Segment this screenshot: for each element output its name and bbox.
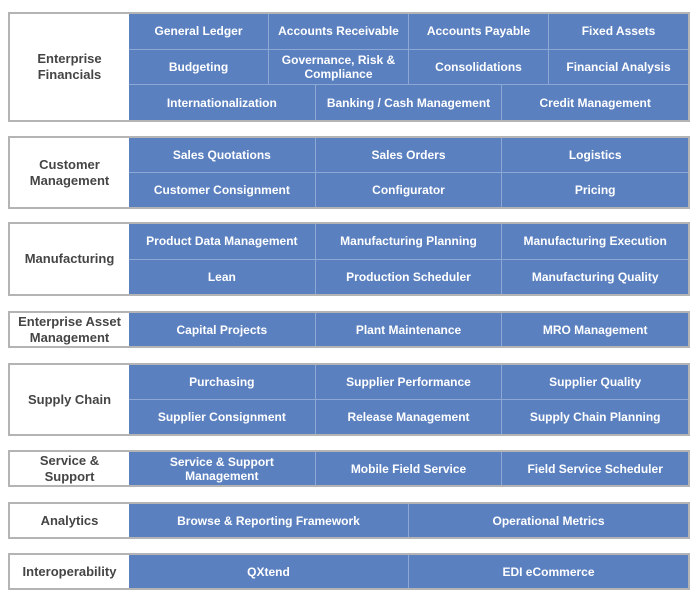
section-enterprise-asset-management: Enterprise Asset Management Capital Proje… (8, 311, 690, 348)
section-manufacturing: Manufacturing Product Data Management Manu… (8, 222, 690, 296)
module-sales-quotations: Sales Quotations (172, 148, 271, 162)
module-row: General Ledger Accounts Receivable Account… (129, 14, 688, 49)
module-manufacturing-quality: Manufacturing Quality (501, 259, 688, 294)
module-grid: Sales Quotations Sales Orders Logistics Cus… (129, 138, 688, 207)
module-supplier-consignment: Supplier Consignment (157, 410, 286, 424)
module-internationalization: Internationalization (166, 95, 277, 110)
module-manufacturing-planning: Manufacturing Planning (314, 224, 502, 259)
module-supplier-quality: Supplier Quality (501, 365, 688, 399)
section-service-support: Service & Support Service & Support Manag… (8, 450, 690, 487)
module-capital-projects: Capital Projects (176, 322, 268, 337)
section-label: Service & Support (39, 452, 100, 484)
module-operational-metrics: Operational Metrics (408, 504, 688, 537)
module-sales-orders: Sales Orders (314, 138, 502, 172)
module-accounts-payable: Accounts Payable (408, 14, 548, 49)
module-banking-cash-management: Banking / Cash Management (314, 85, 502, 121)
module-supply-chain-planning: Supply Chain Planning (501, 400, 688, 434)
module-lean: Lean (207, 269, 236, 284)
section-label: Analytics (40, 512, 99, 528)
module-service-support-management: Service & Support Management (169, 454, 274, 483)
module-governance-risk-compliance: Governance, Risk & Compliance (268, 49, 408, 85)
module-pricing: Pricing (501, 173, 688, 207)
module-row: Budgeting Governance, Risk & Compliance Co… (129, 48, 688, 85)
module-consolidations: Consolidations (408, 49, 548, 85)
module-grid: Purchasing Supplier Performance Supplier Q… (129, 365, 688, 434)
module-qxtend: QXtend (247, 564, 290, 579)
module-financial-analysis: Financial Analysis (548, 49, 688, 85)
module-field-service-scheduler: Field Service Scheduler (501, 452, 688, 485)
section-label: Manufacturing (24, 251, 115, 266)
module-manufacturing-execution: Manufacturing Execution (501, 224, 688, 259)
module-edi-ecommerce: EDI eCommerce (408, 555, 688, 588)
module-logistics: Logistics (501, 138, 688, 172)
section-label: Enterprise Financials (37, 51, 102, 82)
module-row: QXtend EDI eCommerce (129, 555, 688, 588)
module-grid: Capital Projects Plant Maintenance MRO Man… (129, 313, 688, 346)
section-label: Supply Chain (27, 391, 112, 407)
module-configurator: Configurator (314, 173, 502, 207)
section-supply-chain: Supply Chain Purchasing Supplier Performan… (8, 363, 690, 436)
module-row: Product Data Management Manufacturing Pla… (129, 224, 688, 259)
module-release-management: Release Management (314, 400, 502, 434)
section-analytics: Analytics Browse & Reporting Framework Ope… (8, 502, 690, 539)
module-plant-maintenance: Plant Maintenance (314, 313, 502, 346)
section-label: Enterprise Asset Management (18, 313, 121, 345)
module-mro-management: MRO Management (501, 313, 688, 346)
module-budgeting: Budgeting (168, 60, 229, 74)
module-row: Supplier Consignment Release Management Su… (129, 399, 688, 434)
section-label: Interoperability (22, 563, 117, 579)
section-customer-management: Customer Management Sales Quotations Sales… (8, 136, 690, 209)
module-row: Customer Consignment Configurator Pricing (129, 172, 688, 207)
section-enterprise-financials: Enterprise Financials General Ledger Accou… (8, 12, 690, 122)
module-product-data-management: Product Data Management (146, 234, 298, 249)
module-fixed-assets: Fixed Assets (548, 14, 688, 49)
module-grid: Browse & Reporting Framework Operational … (129, 504, 688, 537)
module-row: Browse & Reporting Framework Operational … (129, 504, 688, 537)
module-mobile-field-service: Mobile Field Service (314, 452, 502, 485)
module-row: Capital Projects Plant Maintenance MRO Man… (129, 313, 688, 346)
section-interoperability: Interoperability QXtend EDI eCommerce (8, 553, 690, 590)
module-grid: Product Data Management Manufacturing Pla… (129, 224, 688, 294)
module-production-scheduler: Production Scheduler (314, 259, 502, 294)
module-browse-reporting-framework: Browse & Reporting Framework (177, 513, 360, 528)
section-label: Customer Management (29, 156, 110, 188)
module-row: Lean Production Scheduler Manufacturing Qu… (129, 258, 688, 294)
module-grid: QXtend EDI eCommerce (129, 555, 688, 588)
module-row: Sales Quotations Sales Orders Logistics (129, 138, 688, 172)
module-supplier-performance: Supplier Performance (314, 365, 502, 399)
module-row: Service & Support Management Mobile Field… (129, 452, 688, 485)
module-row: Internationalization Banking / Cash Manag… (129, 84, 688, 121)
module-grid: General Ledger Accounts Receivable Account… (129, 14, 688, 121)
module-credit-management: Credit Management (501, 85, 688, 121)
module-accounts-receivable: Accounts Receivable (268, 14, 408, 49)
module-purchasing: Purchasing (189, 375, 255, 389)
module-row: Purchasing Supplier Performance Supplier Q… (129, 365, 688, 399)
module-customer-consignment: Customer Consignment (153, 183, 290, 197)
module-grid: Service & Support Management Mobile Field… (129, 452, 688, 485)
module-general-ledger: General Ledger (154, 24, 243, 39)
